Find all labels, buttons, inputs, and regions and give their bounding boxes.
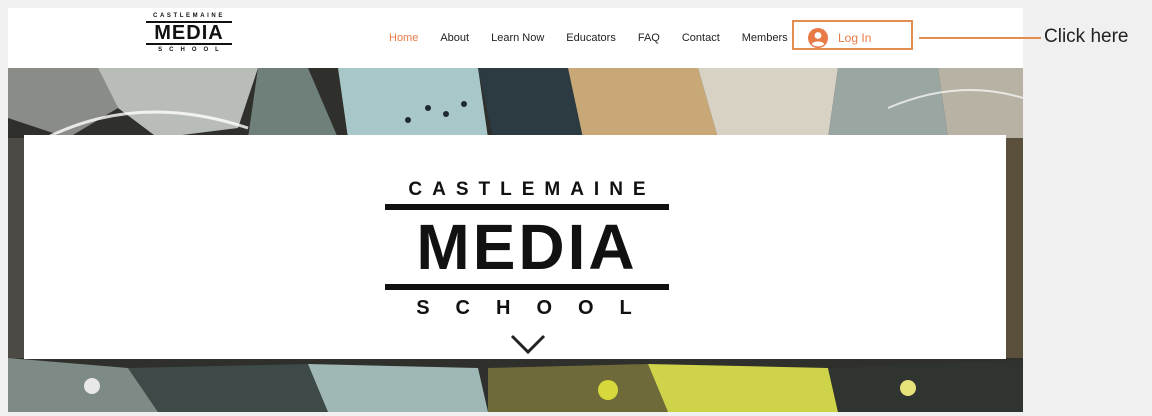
brand-logo-bottom: SCHOOL — [158, 47, 226, 53]
site-header: CASTLEMAINE MEDIA SCHOOL Home About Lear… — [8, 8, 1023, 68]
nav-item-about[interactable]: About — [440, 32, 469, 44]
callout-connector-line — [919, 37, 1041, 39]
website-page: CASTLEMAINE MEDIA SCHOOL Home About Lear… — [8, 8, 1023, 412]
hero-logo: CASTLEMAINE MEDIA SCHOOL — [385, 178, 669, 322]
nav-item-members[interactable]: Members — [742, 32, 788, 44]
nav-item-home[interactable]: Home — [389, 32, 418, 44]
nav-item-educators[interactable]: Educators — [566, 32, 616, 44]
nav-item-contact[interactable]: Contact — [682, 32, 720, 44]
main-nav: Home About Learn Now Educators FAQ Conta… — [378, 26, 799, 50]
hero-logo-top: CASTLEMAINE — [408, 179, 656, 200]
brand-logo[interactable]: CASTLEMAINE MEDIA SCHOOL — [146, 12, 232, 60]
brand-logo-main: MEDIA — [146, 21, 232, 45]
hero-logo-panel: CASTLEMAINE MEDIA SCHOOL — [24, 135, 1006, 359]
login-label: Log In — [838, 31, 872, 45]
nav-item-learn-now[interactable]: Learn Now — [491, 32, 544, 44]
callout-label: Click here — [1044, 26, 1129, 47]
chevron-down-icon[interactable] — [510, 333, 546, 355]
hero-logo-main: MEDIA — [385, 204, 669, 290]
user-avatar-icon — [808, 28, 828, 48]
hero-logo-bottom: SCHOOL — [416, 297, 658, 319]
login-button[interactable]: Log In — [808, 27, 871, 49]
brand-logo-top: CASTLEMAINE — [153, 13, 225, 19]
nav-item-faq[interactable]: FAQ — [638, 32, 660, 44]
